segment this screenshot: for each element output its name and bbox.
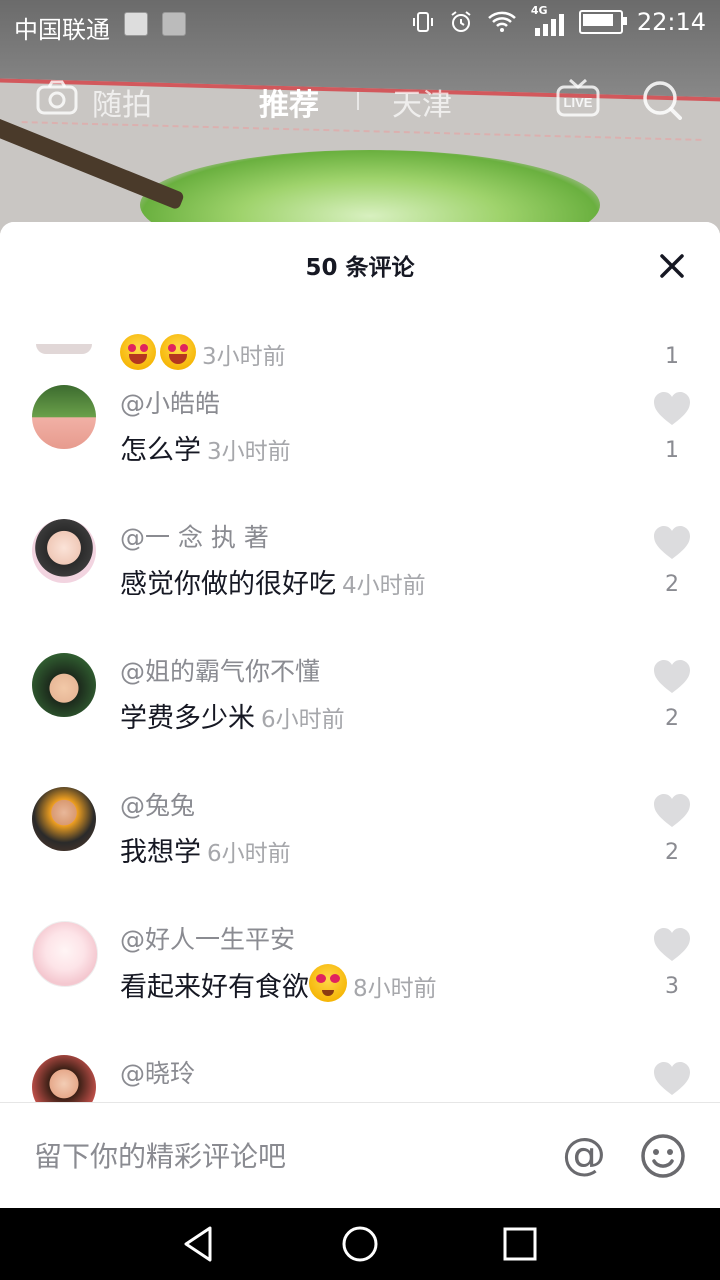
notification-icon [124,12,148,36]
avatar[interactable] [32,921,98,987]
signal-icon: 4G [531,4,565,36]
comment-text: 我想学 6小时前 [120,830,291,869]
comment-input[interactable] [32,1133,516,1179]
comment-row: @小皓皓 怎么学 3小时前 1 [0,374,720,508]
comment-sheet-header: 50 条评论 [0,222,720,304]
comment-time: 4小时前 [342,573,426,599]
tab-suipai[interactable]: 随拍 [92,80,152,124]
comment-username[interactable]: @好人一生平安 [120,920,295,956]
gallery-icon [162,12,186,36]
comment-username[interactable]: @兔兔 [120,786,195,822]
status-bar: 中国联通 4G 22:14 [0,0,720,48]
like-count: 2 [665,840,679,865]
avatar [36,344,92,354]
carrier-label: 中国联通 [14,16,110,44]
comment-time: 6小时前 [207,841,291,867]
like-count: 3 [665,974,679,999]
avatar[interactable] [32,519,96,583]
battery-icon [578,10,627,34]
comment-body: 学费多少米 [120,703,255,734]
like-count: 1 [665,438,679,463]
tab-divider [357,92,359,110]
comment-row: @晓玲 [0,1044,720,1102]
top-navigation: 随拍 推荐 天津 LIVE [0,70,720,130]
comment-username[interactable]: @一 念 执 著 [120,518,269,554]
heart-icon[interactable] [652,659,692,695]
comment-list[interactable]: 3小时前 1 @小皓皓 怎么学 3小时前 1 @一 念 执 著 感觉你做的很好吃 4… [0,222,720,1102]
search-icon[interactable] [640,78,684,122]
back-icon[interactable] [180,1224,220,1264]
avatar[interactable] [32,1055,96,1102]
emoji-icon[interactable] [640,1133,686,1179]
comment-body: 我想学 [120,837,201,868]
clock: 22:14 [636,8,706,36]
comment-text: 怎么学 3小时前 [120,428,291,467]
drool-emoji-icon [160,334,196,370]
system-navigation-bar [0,1208,720,1280]
avatar[interactable] [32,385,96,449]
comment-count-title: 50 条评论 [305,255,415,281]
heart-icon[interactable] [652,1061,692,1097]
vibrate-icon [412,12,433,32]
comment-body: 感觉你做的很好吃 [120,569,336,600]
heart-icon[interactable] [652,525,692,561]
comment-username[interactable]: @小皓皓 [120,384,220,420]
comment-sheet: 50 条评论 3小时前 1 @小皓皓 怎么学 3小时前 1 @一 念 执 著 感觉… [0,222,720,1208]
comment-time: 8小时前 [353,976,437,1002]
comment-time: 6小时前 [261,707,345,733]
comment-time: 3小时前 [207,439,291,465]
like-count: 1 [665,344,679,369]
comment-body: 看起来好有食欲 [120,972,309,1003]
wifi-icon [487,11,516,32]
comment-text: 感觉你做的很好吃 4小时前 [120,562,426,601]
comment-input-bar: @ [0,1102,720,1208]
alarm-icon [451,11,471,32]
home-icon[interactable] [340,1224,380,1264]
like-count: 2 [665,706,679,731]
tab-city[interactable]: 天津 [392,80,452,124]
recents-icon[interactable] [500,1224,540,1264]
live-label: LIVE [564,95,593,110]
heart-eyes-emoji-icon [309,964,347,1002]
comment-text: 学费多少米 6小时前 [120,696,345,735]
comment-time: 3小时前 [202,344,286,370]
comment-row: @兔兔 我想学 6小时前 2 [0,776,720,910]
tab-recommend[interactable]: 推荐 [259,80,319,124]
mention-button[interactable]: @ [558,1129,610,1181]
heart-icon[interactable] [652,391,692,427]
camera-icon[interactable] [36,80,78,116]
comment-username[interactable]: @姐的霸气你不懂 [120,652,320,688]
live-icon[interactable]: LIVE [556,74,600,118]
drool-emoji-icon [120,334,156,370]
comment-text: 看起来好有食欲 8小时前 [120,964,437,1004]
like-count: 2 [665,572,679,597]
comment-text: 3小时前 [120,334,286,371]
avatar[interactable] [32,787,96,851]
comment-row: @好人一生平安 看起来好有食欲 8小时前 3 [0,910,720,1044]
heart-icon[interactable] [652,793,692,829]
comment-body: 怎么学 [120,435,201,466]
comment-row: @一 念 执 著 感觉你做的很好吃 4小时前 2 [0,508,720,642]
close-icon[interactable] [652,246,692,286]
comment-row: @姐的霸气你不懂 学费多少米 6小时前 2 [0,642,720,776]
avatar[interactable] [32,653,96,717]
comment-username[interactable]: @晓玲 [120,1054,195,1090]
heart-icon[interactable] [652,927,692,963]
